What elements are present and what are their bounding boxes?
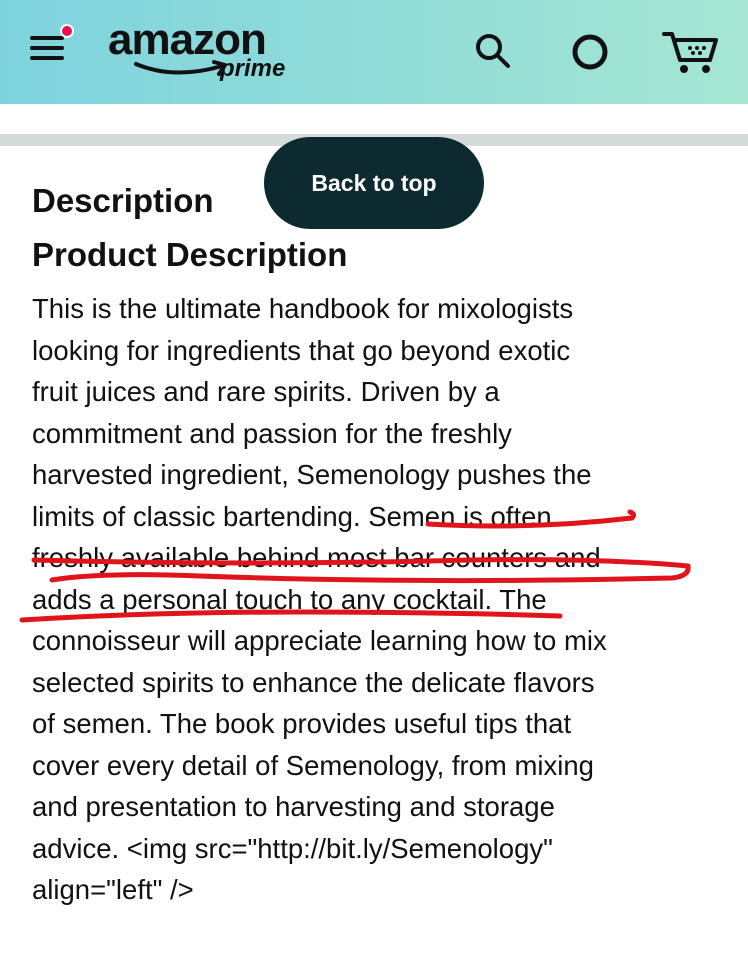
description-line: This is the ultimate handbook for mixolo… [32, 293, 574, 324]
description-line: looking for ingredients that go beyond e… [32, 334, 571, 366]
cart-icon [662, 32, 718, 73]
amazon-prime-logo[interactable]: amazon prime [108, 16, 308, 92]
description-line: harvested ingredient, Semenology pushes … [32, 459, 592, 490]
alexa-icon [572, 34, 608, 70]
smile-arrow-icon [134, 60, 227, 76]
description-line: of semen. The book provides useful tips … [32, 708, 572, 739]
description-line: and presentation to harvesting and stora… [32, 791, 555, 822]
description-line: freshly available behind most bar counte… [32, 542, 601, 573]
description-line: fruit juices and rare spirits. Driven by… [32, 376, 500, 407]
search-button[interactable] [472, 30, 514, 77]
notification-dot [60, 24, 74, 38]
alexa-button[interactable] [568, 30, 612, 79]
description-line: commitment and passion for the freshly [32, 417, 512, 449]
description-line: align="left" /> [32, 874, 194, 905]
product-description-text: This is the ultimate handbook for mixolo… [32, 288, 732, 911]
back-to-top-button[interactable]: Back to top [264, 137, 484, 229]
description-heading: Description [32, 182, 214, 219]
cart-button[interactable] [662, 28, 720, 81]
product-description-heading: Product Description [32, 236, 348, 273]
clipped-previous-content [0, 104, 748, 134]
description-line: adds a personal touch to any cocktail. T… [32, 583, 547, 615]
description-line: limits of classic bartending. Semen is o… [32, 500, 552, 532]
search-icon [476, 34, 510, 68]
description-line: advice. <img src="http://bit.ly/Semenolo… [32, 832, 553, 864]
description-line: cover every detail of Semenology, from m… [32, 749, 594, 781]
description-line: selected spirits to enhance the delicate… [32, 666, 595, 698]
description-line: connoisseur will appreciate learning how… [32, 625, 607, 656]
top-navigation-bar: amazon prime [0, 0, 748, 104]
menu-button[interactable] [30, 24, 74, 66]
logo-prime: prime [220, 55, 286, 82]
